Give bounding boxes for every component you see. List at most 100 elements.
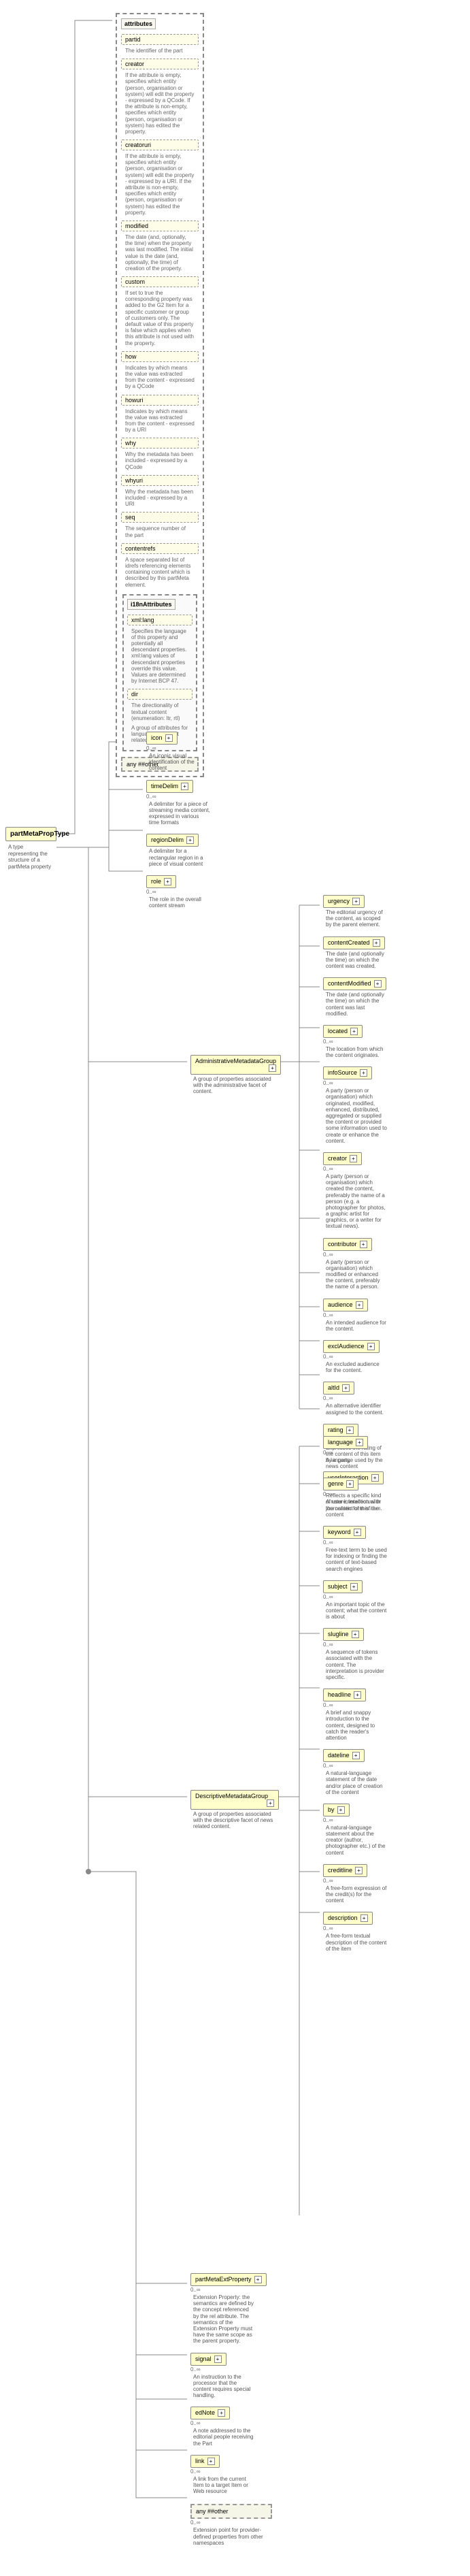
element-creator[interactable]: creator+ <box>323 1152 362 1165</box>
cardinality: 0..∞ <box>146 794 218 800</box>
element-contentModified[interactable]: contentModified+ <box>323 977 386 990</box>
element-desc: Extension point for provider-defined pro… <box>190 2526 272 2547</box>
element-subject[interactable]: subject+ <box>323 1580 363 1593</box>
element-desc: A party (person or organisation) which c… <box>323 1172 390 1231</box>
element-desc: An excluded audience for the content. <box>323 1360 390 1375</box>
element-located[interactable]: located+ <box>323 1025 363 1038</box>
element-label: genre <box>328 1480 343 1487</box>
cardinality: 0..∞ <box>323 1763 398 1769</box>
element-signal[interactable]: signal+ <box>190 2353 226 2366</box>
cardinality: 0..∞ <box>323 1594 398 1600</box>
element-rating[interactable]: rating+ <box>323 1424 358 1437</box>
element-desc: An alternative identifier assigned to th… <box>323 1401 390 1416</box>
element-desc: Extension Property: the semantics are de… <box>190 2293 257 2346</box>
element-label: icon <box>151 734 163 741</box>
element-desc: The location from which the content orig… <box>323 1045 390 1060</box>
attr-desc: Indicates by which means the value was e… <box>121 364 199 393</box>
desc-group-box[interactable]: DescriptiveMetadataGroup+ <box>190 1790 279 1810</box>
admin-group-box[interactable]: AdministrativeMetadataGroup+ <box>190 1055 281 1075</box>
element-link[interactable]: link+ <box>190 2455 220 2468</box>
cardinality: 0..∞ <box>190 2468 272 2475</box>
element-desc: A party (person or organisation) which o… <box>323 1086 390 1145</box>
element-genre[interactable]: genre+ <box>323 1478 358 1490</box>
expand-icon: + <box>352 898 360 905</box>
element-label: rating <box>328 1426 343 1433</box>
element-desc: A nature, intellectual or journalistic f… <box>323 1497 390 1519</box>
attributes-group: attributes partidThe identifier of the p… <box>116 10 204 780</box>
attr-contentrefs: contentrefs <box>121 543 199 554</box>
element-timeDelim[interactable]: timeDelim+ <box>146 780 193 793</box>
attr-creator: creator <box>121 59 199 69</box>
element-desc: A language used by the news content <box>323 1456 390 1471</box>
expand-icon: + <box>360 1241 367 1248</box>
expand-icon: + <box>346 1426 354 1434</box>
attr-group-title: attributes <box>121 18 156 29</box>
element-dateline[interactable]: dateline+ <box>323 1749 365 1762</box>
expand-icon: + <box>218 2409 225 2417</box>
element-edNote[interactable]: edNote+ <box>190 2407 230 2419</box>
element-keyword[interactable]: keyword+ <box>323 1526 366 1539</box>
admin-group-desc: A group of properties associated with th… <box>190 1075 279 1096</box>
element-headline[interactable]: headline+ <box>323 1689 366 1701</box>
element-label: contentModified <box>328 980 371 987</box>
cardinality: 0..∞ <box>323 1080 398 1086</box>
attr-xml:lang: xml:lang <box>127 615 192 625</box>
element-regionDelim[interactable]: regionDelim+ <box>146 834 199 847</box>
element-desc: A free-form textual description of the c… <box>323 1931 390 1953</box>
element-urgency[interactable]: urgency+ <box>323 895 365 908</box>
bottom-elements: partMetaExtProperty+0..∞Extension Proper… <box>190 2273 272 2547</box>
expand-icon: + <box>356 1301 363 1309</box>
attr-desc: A space separated list of idrefs referen… <box>121 556 199 591</box>
expand-icon: + <box>355 1867 363 1874</box>
element-description[interactable]: description+ <box>323 1912 373 1925</box>
attr-seq: seq <box>121 512 199 523</box>
expand-icon: + <box>254 2276 262 2283</box>
element-label: contentCreated <box>328 939 370 946</box>
cardinality: 0..∞ <box>190 2520 272 2526</box>
admin-group-name: AdministrativeMetadataGroup <box>195 1058 276 1064</box>
any-other-element: any ##other <box>190 2504 272 2519</box>
cardinality: 0..∞ <box>323 1039 398 1045</box>
element-contributor[interactable]: contributor+ <box>323 1238 372 1251</box>
element-slugline[interactable]: slugline+ <box>323 1628 364 1641</box>
desc-group-name: DescriptiveMetadataGroup <box>195 1793 268 1799</box>
cardinality: 0..∞ <box>146 745 218 751</box>
expand-icon: + <box>356 1439 363 1446</box>
cardinality: 0..∞ <box>323 1491 398 1497</box>
cardinality: 0..∞ <box>190 2420 272 2426</box>
first-elements: icon+0..∞An iconic visual identification… <box>146 732 218 917</box>
element-exclAudience[interactable]: exclAudience+ <box>323 1340 380 1353</box>
element-desc: The date (and optionally the time) on wh… <box>323 990 390 1018</box>
attr-howuri: howuri <box>121 395 199 406</box>
element-desc: Free-text term to be used for indexing o… <box>323 1546 390 1574</box>
element-desc: The editorial urgency of the content, as… <box>323 908 390 930</box>
cardinality: 0..∞ <box>323 1354 398 1360</box>
cardinality: 0..∞ <box>323 1312 398 1318</box>
cardinality: 0..∞ <box>323 1252 398 1258</box>
expand-icon: + <box>214 2355 222 2363</box>
attr-desc: The directionality of textual content (e… <box>127 702 192 724</box>
element-altId[interactable]: altId+ <box>323 1382 354 1395</box>
element-creditline[interactable]: creditline+ <box>323 1864 367 1877</box>
element-label: headline <box>328 1691 351 1698</box>
i18n-group: i18nAttributes xml:langSpecifies the lan… <box>122 594 197 751</box>
expand-icon: + <box>164 878 171 885</box>
element-audience[interactable]: audience+ <box>323 1299 368 1311</box>
root-desc: A type representing the structure of a p… <box>5 843 56 871</box>
cardinality: 0..∞ <box>323 1166 398 1172</box>
element-label: exclAudience <box>328 1343 365 1350</box>
element-role[interactable]: role+ <box>146 875 176 888</box>
element-language[interactable]: language+ <box>323 1436 368 1449</box>
element-label: partMetaExtProperty <box>195 2276 252 2283</box>
element-icon[interactable]: icon+ <box>146 732 178 745</box>
element-infoSource[interactable]: infoSource+ <box>323 1066 372 1079</box>
element-desc: A link from the current Item to a target… <box>190 2475 257 2496</box>
desc-group-desc: A group of properties associated with th… <box>190 1810 279 1831</box>
element-by[interactable]: by+ <box>323 1804 350 1816</box>
element-contentCreated[interactable]: contentCreated+ <box>323 936 385 949</box>
cardinality: 0..∞ <box>323 1642 398 1648</box>
element-partMetaExtProperty[interactable]: partMetaExtProperty+ <box>190 2273 267 2286</box>
attr-why: why <box>121 438 199 449</box>
element-desc: The role in the overall content stream <box>146 895 213 910</box>
expand-icon: + <box>350 1155 357 1162</box>
